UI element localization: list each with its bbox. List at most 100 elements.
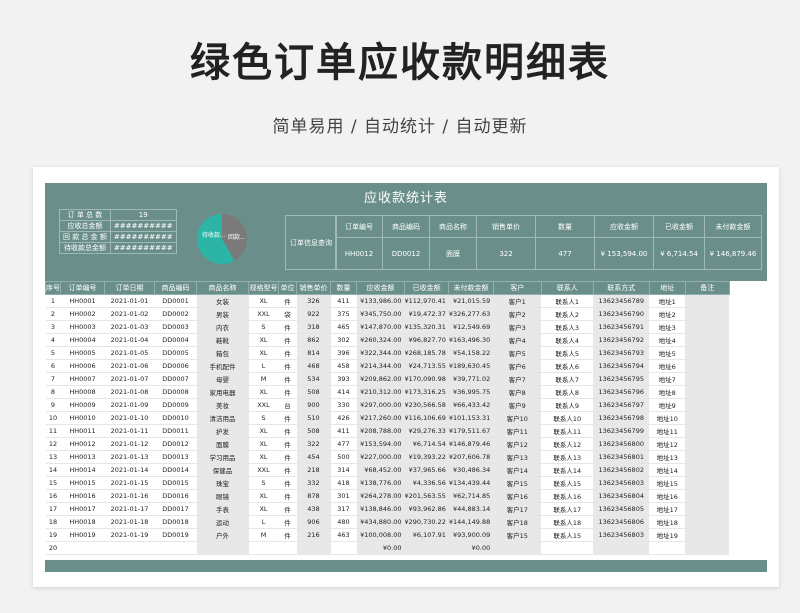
table-cell[interactable]: 联系人17 — [541, 502, 594, 516]
table-cell[interactable]: 500 — [330, 450, 357, 464]
table-cell[interactable]: 454 — [296, 450, 331, 464]
table-cell[interactable] — [685, 346, 730, 360]
table-cell[interactable]: 珠宝 — [196, 476, 249, 490]
table-cell[interactable]: XL — [248, 294, 279, 308]
table-cell[interactable]: ¥12,549.69 — [448, 320, 494, 334]
table-cell[interactable] — [685, 515, 730, 529]
table-cell[interactable]: DD0006 — [154, 359, 197, 373]
table-cell[interactable]: 客户3 — [493, 320, 542, 334]
table-cell[interactable]: ¥96,827.70 — [404, 333, 449, 347]
table-cell[interactable]: 2021-01-01 — [104, 294, 155, 308]
table-cell[interactable]: 件 — [278, 489, 297, 503]
table-cell[interactable] — [685, 333, 730, 347]
table-cell[interactable]: 13623456795 — [593, 372, 650, 386]
table-cell[interactable]: 地址11 — [649, 424, 686, 438]
table-cell[interactable]: 件 — [278, 463, 297, 477]
table-cell[interactable]: 地址1 — [649, 294, 686, 308]
table-cell[interactable]: 件 — [278, 424, 297, 438]
table-cell[interactable]: 地址19 — [649, 528, 686, 542]
table-cell[interactable]: 8 — [45, 385, 61, 399]
table-cell[interactable]: 480 — [330, 515, 357, 529]
query-value-cell[interactable]: ¥ 6,714.54 — [653, 237, 705, 270]
table-cell[interactable]: DD0015 — [154, 476, 197, 490]
table-cell[interactable]: 11 — [45, 424, 61, 438]
table-cell[interactable]: 联系人7 — [541, 372, 594, 386]
table-cell[interactable]: XL — [248, 424, 279, 438]
table-cell[interactable]: 地址3 — [649, 320, 686, 334]
table-cell[interactable]: ¥134,439.44 — [448, 476, 494, 490]
table-cell[interactable]: 477 — [330, 437, 357, 451]
table-cell[interactable]: 地址12 — [649, 437, 686, 451]
table-cell[interactable]: 眼镜 — [196, 489, 249, 503]
table-cell[interactable]: 2021-01-06 — [104, 359, 155, 373]
table-cell[interactable] — [685, 541, 730, 555]
table-cell[interactable]: HH0010 — [60, 411, 105, 425]
table-cell[interactable]: ¥264,278.00 — [356, 489, 405, 503]
table-cell[interactable]: 468 — [296, 359, 331, 373]
table-cell[interactable]: HH0013 — [60, 450, 105, 464]
table-cell[interactable]: 10 — [45, 411, 61, 425]
table-cell[interactable]: 客户8 — [493, 385, 542, 399]
table-cell[interactable]: 联系人8 — [541, 385, 594, 399]
query-value-cell[interactable]: 面膜 — [429, 237, 477, 270]
table-cell[interactable]: 2021-01-10 — [104, 411, 155, 425]
table-cell[interactable]: 375 — [330, 307, 357, 321]
table-cell[interactable] — [685, 489, 730, 503]
table-cell[interactable]: 件 — [278, 528, 297, 542]
table-cell[interactable]: L — [248, 359, 279, 373]
table-cell[interactable]: 联系人13 — [541, 450, 594, 464]
table-cell[interactable]: 手表 — [196, 502, 249, 516]
table-cell[interactable]: ¥147,870.00 — [356, 320, 405, 334]
table-cell[interactable]: XL — [248, 489, 279, 503]
table-cell[interactable]: ¥227,000.00 — [356, 450, 405, 464]
table-cell[interactable]: 13623456802 — [593, 463, 650, 477]
table-cell[interactable] — [685, 450, 730, 464]
table-cell[interactable]: 联系人3 — [541, 320, 594, 334]
table-cell[interactable]: HH0011 — [60, 424, 105, 438]
table-cell[interactable]: ¥21,015.59 — [448, 294, 494, 308]
table-cell[interactable]: 护发 — [196, 424, 249, 438]
table-cell[interactable]: 13623456804 — [593, 489, 650, 503]
table-cell[interactable]: HH0006 — [60, 359, 105, 373]
table-cell[interactable]: ¥0.00 — [356, 541, 405, 555]
table-cell[interactable]: 件 — [278, 372, 297, 386]
table-cell[interactable] — [685, 463, 730, 477]
table-cell[interactable]: 13623456798 — [593, 411, 650, 425]
table-cell[interactable] — [685, 502, 730, 516]
table-cell[interactable]: 922 — [296, 307, 331, 321]
table-cell[interactable]: 2021-01-18 — [104, 515, 155, 529]
table-cell[interactable]: ¥19,393.22 — [404, 450, 449, 464]
table-cell[interactable]: 家用电器 — [196, 385, 249, 399]
table-cell[interactable]: 学习用品 — [196, 450, 249, 464]
table-cell[interactable] — [685, 476, 730, 490]
table-cell[interactable] — [685, 307, 730, 321]
table-cell[interactable]: 地址2 — [649, 307, 686, 321]
table-cell[interactable]: DD0013 — [154, 450, 197, 464]
table-cell[interactable]: ¥24,713.55 — [404, 359, 449, 373]
table-cell[interactable]: ¥39,771.02 — [448, 372, 494, 386]
table-cell[interactable]: S — [248, 476, 279, 490]
table-cell[interactable]: ¥30,486.34 — [448, 463, 494, 477]
table-cell[interactable]: HH0009 — [60, 398, 105, 412]
table-cell[interactable]: 地址10 — [649, 411, 686, 425]
table-cell[interactable]: ¥179,511.67 — [448, 424, 494, 438]
table-cell[interactable]: 联系人5 — [541, 346, 594, 360]
table-cell[interactable]: ¥268,185.78 — [404, 346, 449, 360]
table-cell[interactable] — [330, 541, 357, 555]
table-cell[interactable]: DD0017 — [154, 502, 197, 516]
table-cell[interactable]: ¥297,000.00 — [356, 398, 405, 412]
table-cell[interactable]: ¥153,594.00 — [356, 437, 405, 451]
table-cell[interactable]: 16 — [45, 489, 61, 503]
table-cell[interactable] — [685, 437, 730, 451]
table-cell[interactable]: 17 — [45, 502, 61, 516]
table-cell[interactable]: 件 — [278, 385, 297, 399]
table-cell[interactable]: XL — [248, 385, 279, 399]
table-cell[interactable]: HH0003 — [60, 320, 105, 334]
table-cell[interactable]: 13623456794 — [593, 359, 650, 373]
table-cell[interactable]: 客户6 — [493, 359, 542, 373]
table-cell[interactable]: DD0003 — [154, 320, 197, 334]
query-value-cell[interactable]: 322 — [476, 237, 536, 270]
table-cell[interactable]: 878 — [296, 489, 331, 503]
table-cell[interactable]: XL — [248, 333, 279, 347]
table-cell[interactable]: ¥93,900.09 — [448, 528, 494, 542]
